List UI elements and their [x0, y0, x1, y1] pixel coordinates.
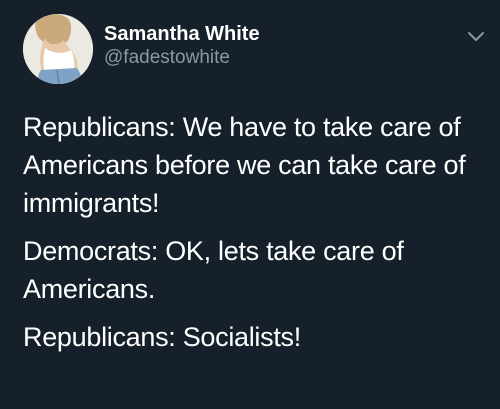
chevron-down-icon[interactable]: [466, 30, 486, 44]
tweet-paragraph: Democrats: OK, lets take care of America…: [23, 236, 404, 304]
avatar[interactable]: [23, 14, 93, 84]
tweet-text: Republicans: We have to take care of Ame…: [23, 108, 493, 356]
tweet-paragraph: Republicans: We have to take care of Ame…: [23, 112, 466, 218]
author-block: Samantha White @fadestowhite: [104, 22, 260, 70]
tweet-card: Samantha White @fadestowhite Republicans…: [0, 0, 500, 409]
tweet-paragraph: Republicans: Socialists!: [23, 322, 301, 352]
avatar-image: [23, 14, 93, 84]
author-handle[interactable]: @fadestowhite: [104, 46, 260, 70]
author-display-name[interactable]: Samantha White: [104, 22, 260, 46]
